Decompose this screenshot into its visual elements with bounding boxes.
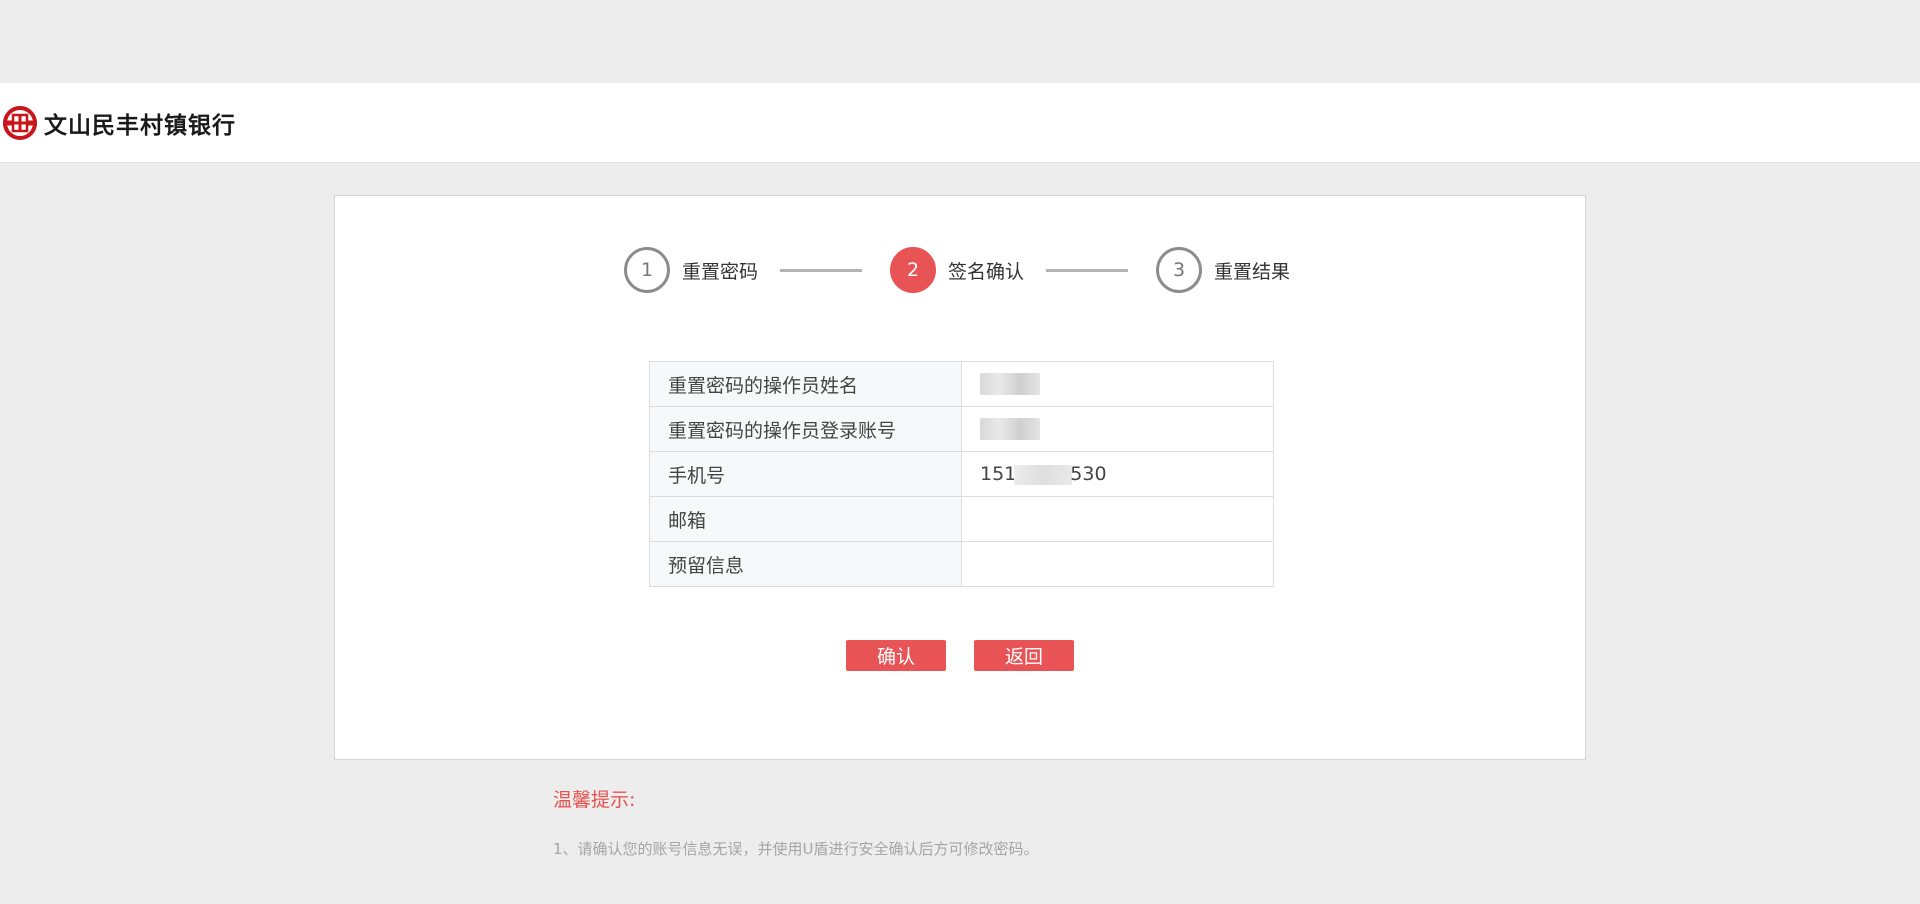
step-connector <box>1046 268 1129 272</box>
table-row: 手机号 151 530 <box>649 451 1274 497</box>
confirm-button[interactable]: 确认 <box>846 640 946 671</box>
step-3-label: 重置结果 <box>1214 260 1291 283</box>
step-1-label: 重置密码 <box>682 260 759 283</box>
email-label: 邮箱 <box>649 496 962 542</box>
reset-password-card: 1 重置密码 2 签名确认 3 重置结果 重置密码的操作员姓名 重置密码的操作员… <box>334 195 1586 760</box>
table-row: 重置密码的操作员姓名 <box>649 361 1274 407</box>
bank-logo-icon <box>3 105 37 140</box>
back-button[interactable]: 返回 <box>974 640 1074 671</box>
phone-value: 151 530 <box>961 451 1274 497</box>
action-buttons: 确认 返回 <box>846 640 1074 671</box>
step-3-circle: 3 <box>1156 247 1203 293</box>
table-row: 邮箱 <box>649 496 1274 542</box>
reserved-info-value <box>961 541 1274 587</box>
step-1-circle: 1 <box>624 247 670 293</box>
top-header: 文山民丰村镇银行 <box>0 83 1920 163</box>
phone-prefix: 151 <box>980 463 1017 485</box>
redacted-value <box>980 418 1040 441</box>
bank-logo[interactable]: 文山民丰村镇银行 <box>2 105 236 141</box>
tips-item: 1、请确认您的账号信息无误，并使用U盾进行安全确认后方可修改密码。 <box>553 840 1039 858</box>
step-indicator: 1 重置密码 2 签名确认 3 重置结果 <box>624 247 1290 293</box>
email-value <box>961 496 1274 542</box>
operator-login-value <box>961 406 1274 452</box>
bank-name: 文山民丰村镇银行 <box>44 112 236 139</box>
step-connector <box>780 268 863 272</box>
table-row: 预留信息 <box>649 541 1274 587</box>
step-2-label: 签名确认 <box>948 260 1025 283</box>
tips-title: 温馨提示: <box>553 789 636 811</box>
reserved-info-label: 预留信息 <box>649 541 962 587</box>
redacted-value <box>980 373 1040 396</box>
table-row: 重置密码的操作员登录账号 <box>649 406 1274 452</box>
operator-name-label: 重置密码的操作员姓名 <box>649 361 962 407</box>
phone-suffix: 530 <box>1070 463 1107 485</box>
operator-name-value <box>961 361 1274 407</box>
redacted-value <box>1014 464 1073 485</box>
operator-login-label: 重置密码的操作员登录账号 <box>649 406 962 452</box>
operator-info-table: 重置密码的操作员姓名 重置密码的操作员登录账号 手机号 151 530 邮箱 预留… <box>649 361 1274 587</box>
phone-label: 手机号 <box>649 451 962 497</box>
step-2-circle: 2 <box>890 247 937 293</box>
